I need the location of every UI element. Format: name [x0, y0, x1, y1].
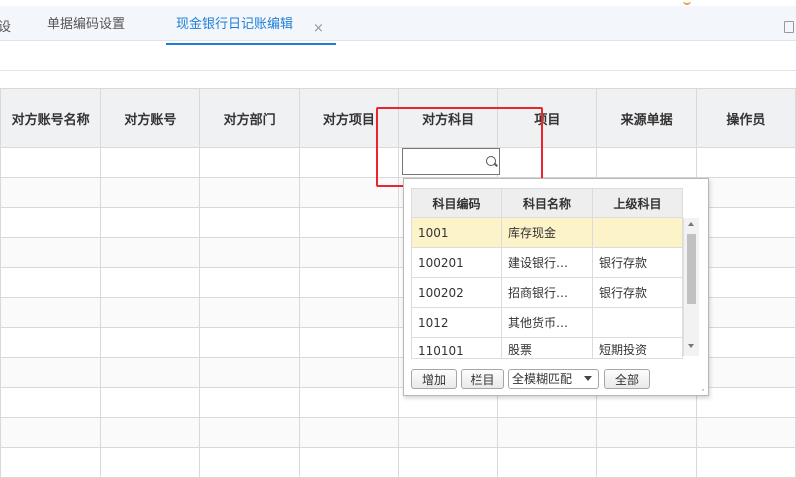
resize-grip-icon[interactable]: ⠠ [699, 385, 705, 393]
col-header-counterparty-department[interactable]: 对方部门 [199, 88, 300, 148]
lookup-name: 股票 [501, 337, 593, 359]
columns-button[interactable]: 栏目 [461, 369, 504, 389]
add-button[interactable]: 增加 [411, 369, 457, 389]
lookup-code: 100202 [411, 277, 502, 308]
col-header-operator[interactable]: 操作员 [695, 88, 796, 148]
chevron-down-icon[interactable] [584, 376, 592, 381]
subject-lookup-popup: 科目编码 科目名称 上级科目 1001 库存现金 100201 建设银行… 银行… [403, 178, 709, 396]
col-header-counterparty-account[interactable]: 对方账号 [100, 88, 201, 148]
show-all-button[interactable]: 全部 [604, 369, 650, 389]
tab-partial-label[interactable]: 设 [0, 16, 11, 35]
scroll-down-icon[interactable] [688, 344, 694, 348]
toolbar-divider [0, 70, 796, 71]
lookup-parent [592, 217, 683, 248]
lookup-name: 建设银行… [501, 247, 593, 278]
tab-cash-bank-journal-edit[interactable]: 现金银行日记账编辑 [176, 6, 293, 39]
tab-bar: 设 单据编码设置 现金银行日记账编辑 × [0, 6, 796, 45]
close-icon[interactable]: × [313, 22, 324, 36]
table-row[interactable] [0, 417, 796, 448]
lookup-parent: 短期投资 [592, 337, 683, 359]
lookup-code: 1012 [411, 307, 502, 338]
subject-lookup-table: 科目编码 科目名称 上级科目 1001 库存现金 100201 建设银行… 银行… [411, 188, 683, 359]
lookup-name: 招商银行… [501, 277, 593, 308]
lookup-code: 100201 [411, 247, 502, 278]
scroll-up-icon[interactable] [688, 222, 694, 226]
list-item[interactable]: 1001 库存现金 [411, 217, 683, 248]
lookup-col-name[interactable]: 科目名称 [501, 188, 593, 218]
lookup-parent: 银行存款 [592, 247, 683, 278]
scroll-thumb[interactable] [687, 234, 696, 304]
list-item[interactable]: 100201 建设银行… 银行存款 [411, 247, 683, 278]
highlight-box [376, 107, 543, 187]
lookup-col-code[interactable]: 科目编码 [411, 188, 502, 218]
lookup-code: 1001 [411, 217, 502, 248]
list-item[interactable]: 110101 股票 短期投资 [411, 337, 683, 359]
table-row[interactable] [0, 447, 796, 478]
col-header-source-document[interactable]: 来源单据 [596, 88, 697, 148]
lookup-col-parent[interactable]: 上级科目 [592, 188, 683, 218]
tab-document-code-settings[interactable]: 单据编码设置 [47, 6, 125, 39]
lookup-name: 其他货币… [501, 307, 593, 338]
lookup-parent: 银行存款 [592, 277, 683, 308]
window-icon[interactable] [784, 21, 794, 33]
lookup-header-row: 科目编码 科目名称 上级科目 [411, 188, 683, 218]
col-header-counterparty-account-name[interactable]: 对方账号名称 [0, 88, 102, 148]
lookup-name: 库存现金 [501, 217, 593, 248]
lookup-code: 110101 [411, 337, 502, 359]
tab-label: 现金银行日记账编辑 [176, 17, 294, 32]
active-tab-indicator [166, 43, 336, 45]
tab-label: 单据编码设置 [47, 17, 126, 32]
lookup-scrollbar[interactable] [683, 218, 699, 356]
list-item[interactable]: 100202 招商银行… 银行存款 [411, 277, 683, 308]
lookup-parent [592, 307, 683, 338]
list-item[interactable]: 1012 其他货币… [411, 307, 683, 338]
